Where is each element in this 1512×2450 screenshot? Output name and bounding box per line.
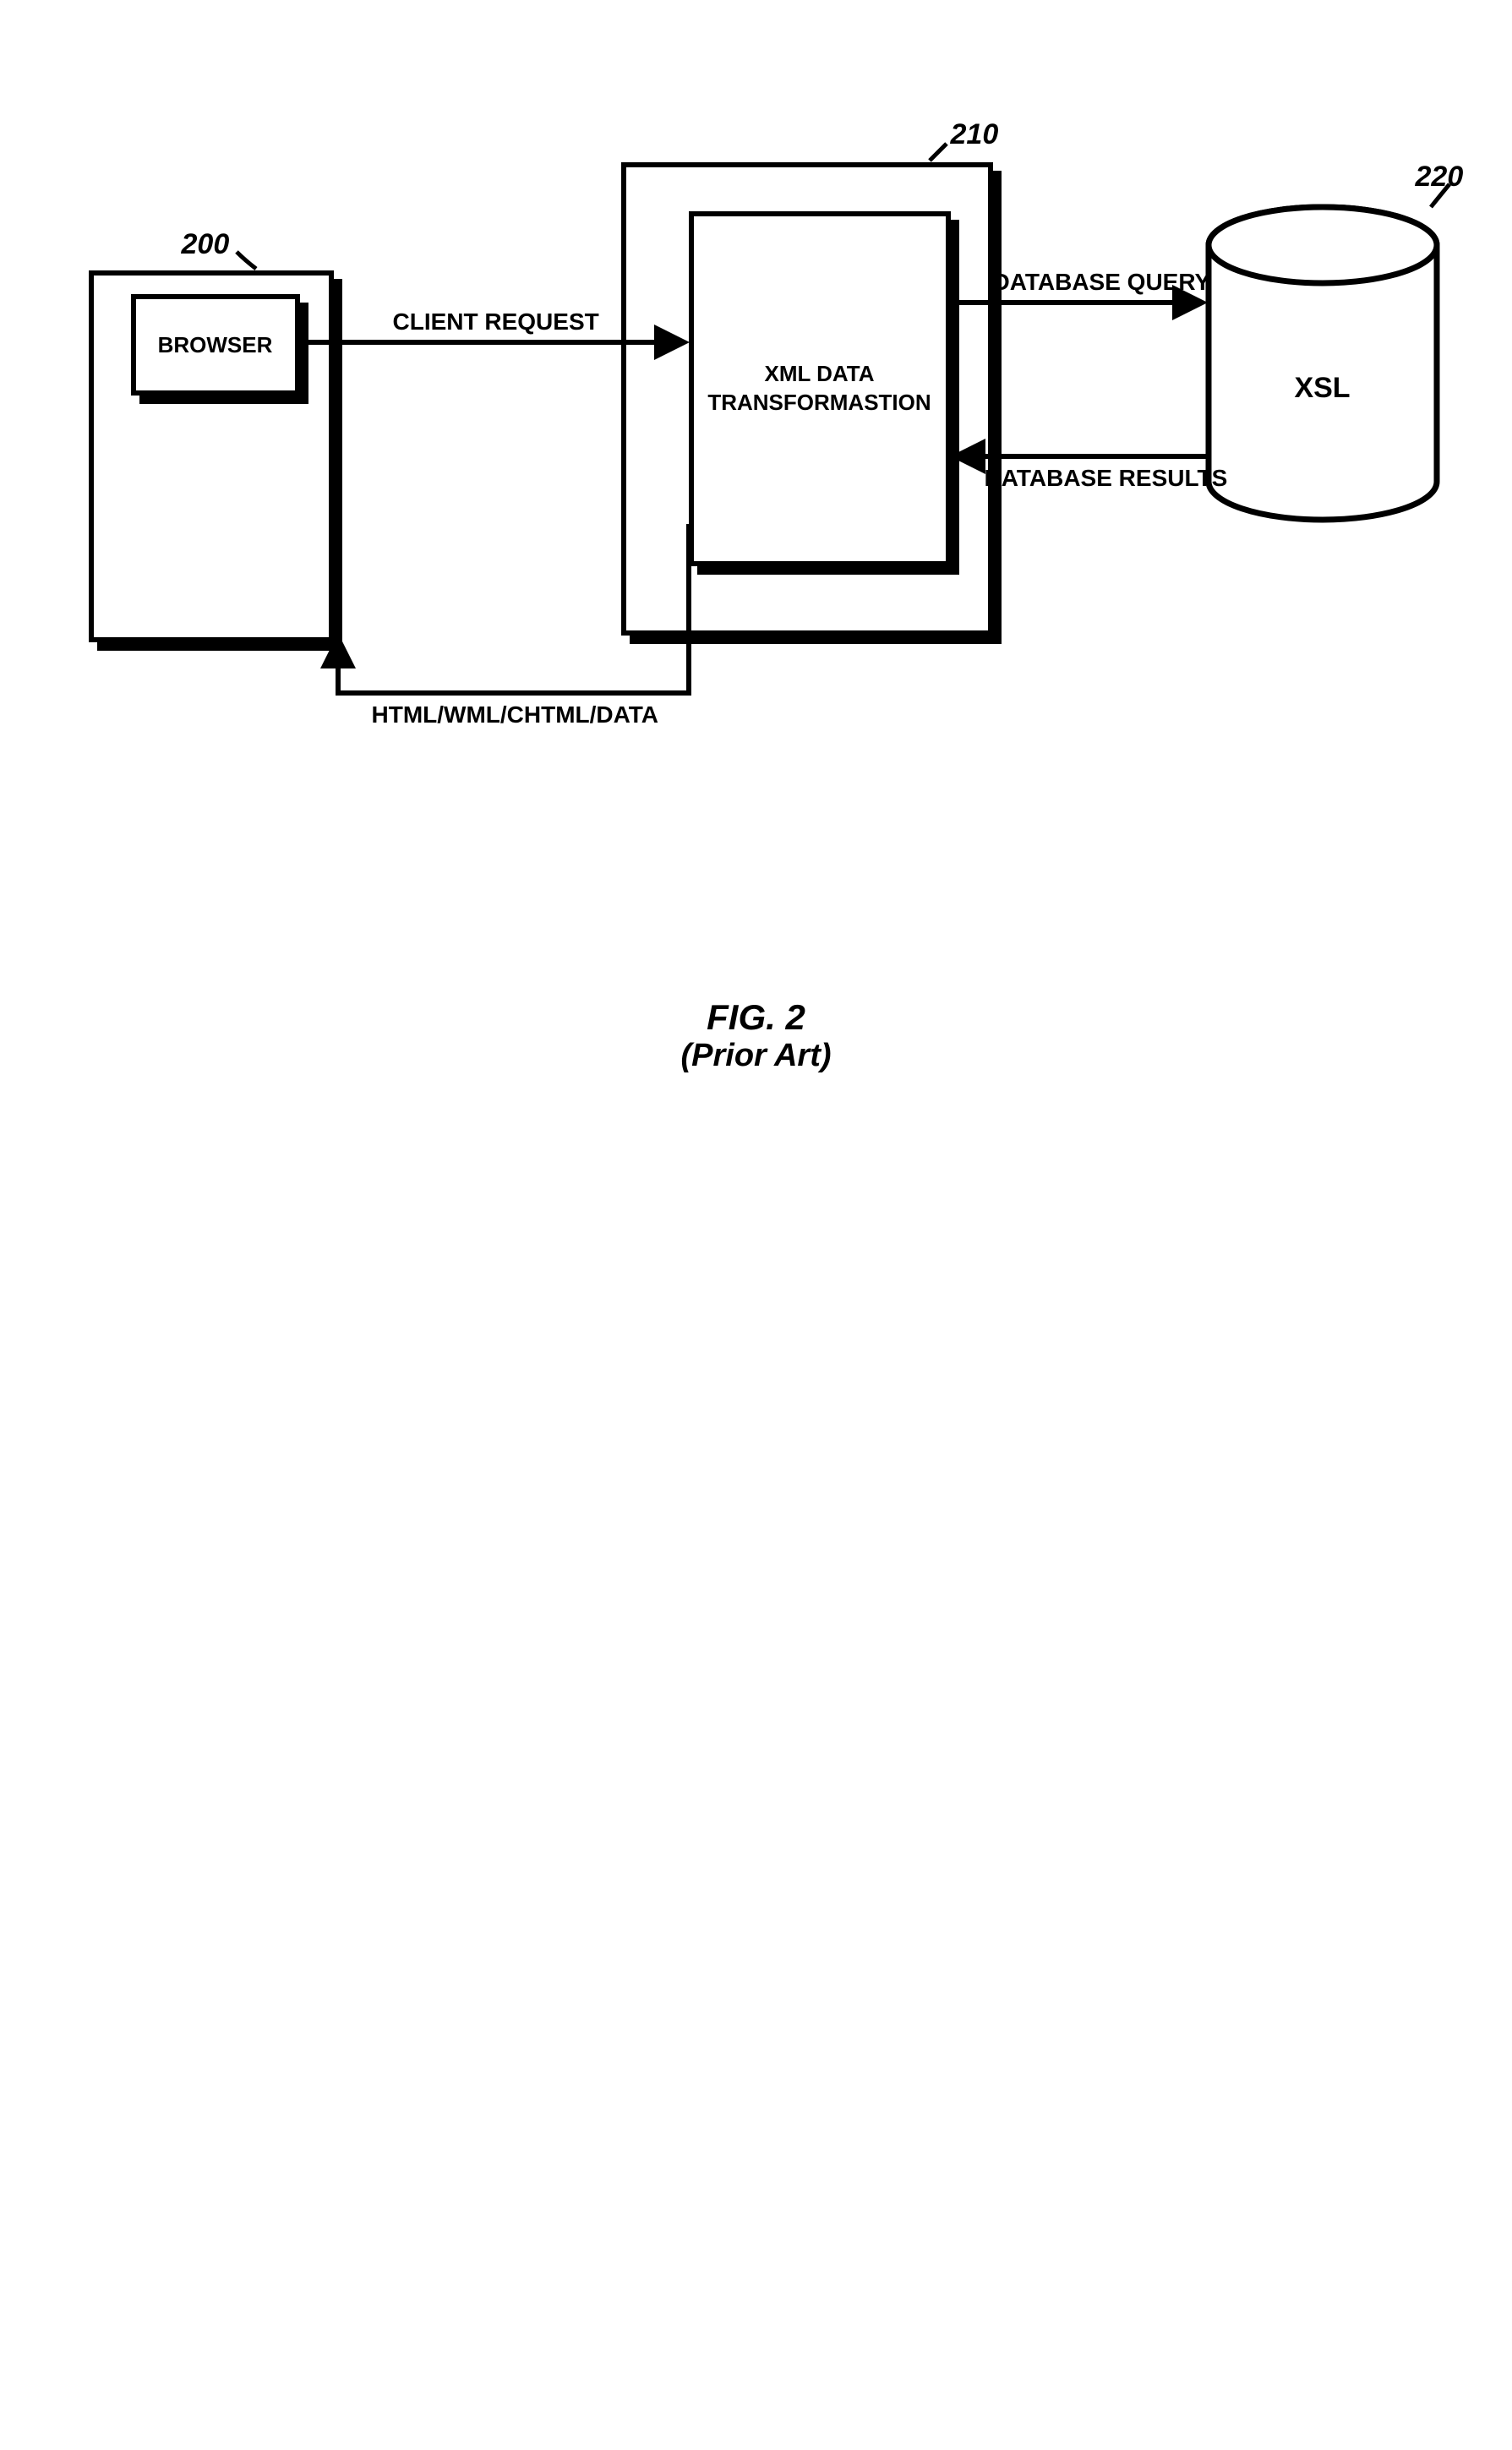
figure-title: FIG. 2 — [34, 997, 1478, 1038]
label-html-response: HTML/WML/CHTML/DATA — [372, 701, 659, 728]
arrows-svg — [38, 34, 1475, 963]
label-db-results: DATABASE RESULTS — [985, 465, 1228, 492]
system-diagram: BROWSER 200 XML DATA TRANSFORMASTION 210… — [38, 34, 1475, 963]
figure-subtitle: (Prior Art) — [34, 1038, 1478, 1074]
label-db-query: DATABASE QUERY — [993, 269, 1211, 296]
label-client-request: CLIENT REQUEST — [393, 308, 599, 336]
